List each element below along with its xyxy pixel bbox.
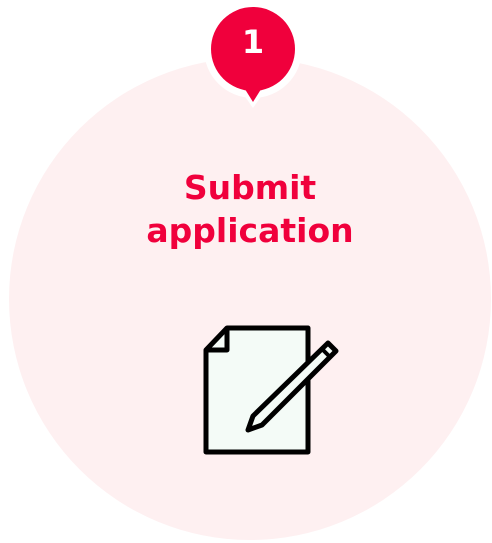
step-title-line-2: application: [146, 211, 354, 250]
step-title: Submit application: [9, 166, 491, 252]
step-title-line-1: Submit: [183, 168, 317, 207]
step-number-badge: 1: [201, 0, 305, 108]
step-number: 1: [241, 23, 265, 61]
step-card: 1 Submit application: [0, 0, 492, 543]
document-pen-icon: [203, 325, 339, 455]
step-background-circle: [9, 58, 491, 540]
